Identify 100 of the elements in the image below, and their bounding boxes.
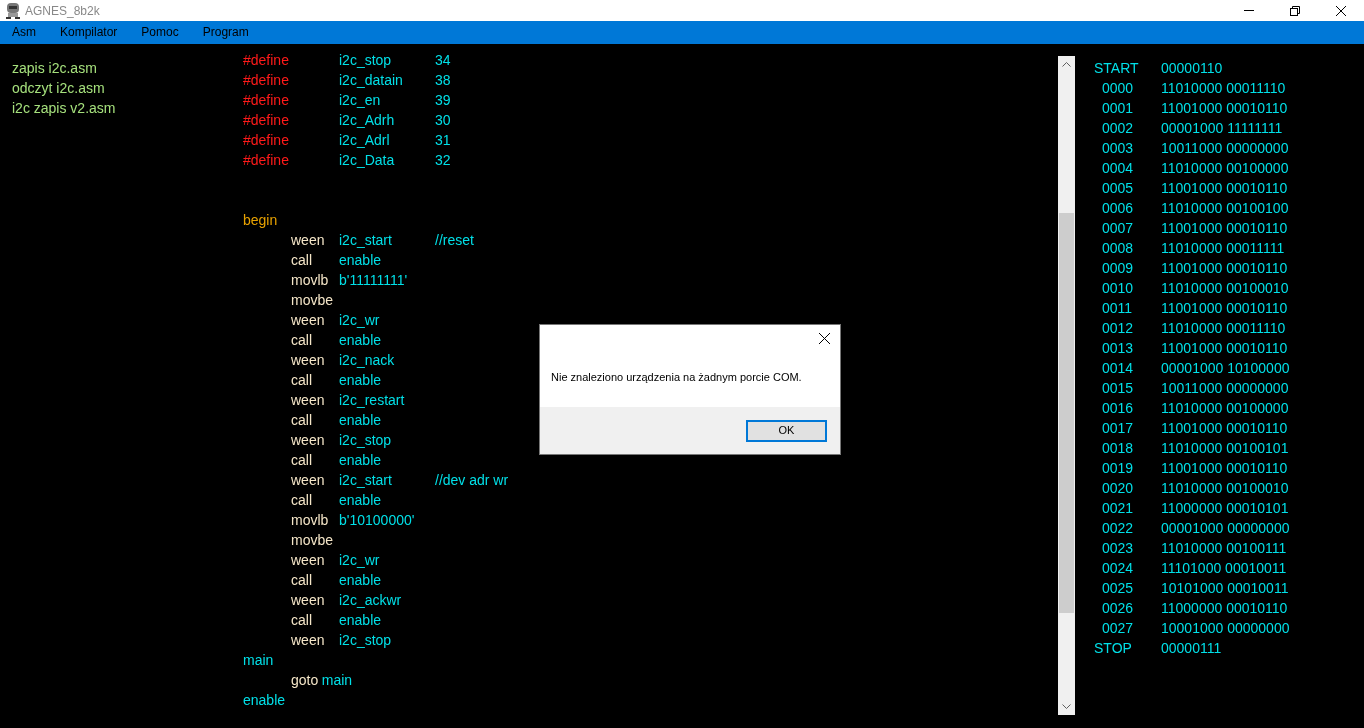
address-text: 0025 xyxy=(1101,579,1135,598)
address-text: 0021 xyxy=(1101,499,1135,518)
value-text: 11010000 00100010 xyxy=(1161,279,1289,298)
value-text: 11001000 00010110 xyxy=(1161,299,1288,318)
code-token: #define xyxy=(243,111,290,130)
value-text: 10001000 00000000 xyxy=(1161,619,1290,638)
code-token: ween xyxy=(291,471,326,490)
address-text: 0015 xyxy=(1101,379,1135,398)
file-item[interactable]: odczyt i2c.asm xyxy=(12,78,243,98)
value-text: 11010000 00100101 xyxy=(1161,439,1289,458)
code-token: 39 xyxy=(435,91,451,110)
menu-item[interactable]: Program xyxy=(190,21,261,44)
code-token: #define xyxy=(243,71,290,90)
code-token: ween xyxy=(291,391,326,410)
value-text: 11001000 00010110 xyxy=(1161,459,1288,478)
code-token: call xyxy=(291,371,313,390)
menu-item[interactable]: Pomoc xyxy=(129,21,191,44)
menu-item[interactable]: Kompilator xyxy=(48,21,130,44)
address-text: 0009 xyxy=(1101,259,1135,278)
value-text: 11001000 00010110 xyxy=(1161,419,1288,438)
address-text: 0004 xyxy=(1101,159,1135,178)
code-token: 38 xyxy=(435,71,451,90)
code-token: call xyxy=(291,571,313,590)
scrollbar-thumb[interactable] xyxy=(1059,213,1074,613)
code-token: enable xyxy=(339,491,383,510)
scrollbar[interactable] xyxy=(1058,56,1075,715)
code-token: i2c_restart xyxy=(339,391,406,410)
dialog-message: Nie znaleziono urządzenia na żadnym porcie COM. xyxy=(551,370,802,386)
code-token: b'11111111' xyxy=(339,271,409,290)
code-token: i2c_wr xyxy=(339,311,381,330)
code-token: i2c_datain xyxy=(339,71,404,90)
address-text: START xyxy=(1094,59,1140,78)
code-token: 31 xyxy=(435,131,451,150)
value-text: 11000000 00010110 xyxy=(1161,599,1288,618)
address-text: 0001 xyxy=(1101,99,1135,118)
code-token: enable xyxy=(339,331,383,350)
file-item[interactable]: i2c zapis v2.asm xyxy=(12,98,243,118)
address-text: STOP xyxy=(1094,639,1133,658)
ok-button[interactable]: OK xyxy=(746,419,827,442)
code-token: 34 xyxy=(435,51,451,70)
code-token: i2c_stop xyxy=(339,431,393,450)
minimize-icon xyxy=(1244,10,1254,11)
code-token: b'10100000' xyxy=(339,511,416,530)
code-token: ween xyxy=(291,351,326,370)
code-token: i2c_Data xyxy=(339,151,396,170)
address-text: 0012 xyxy=(1101,319,1135,338)
address-text: 0024 xyxy=(1101,559,1135,578)
code-token: ween xyxy=(291,591,326,610)
scroll-down-icon xyxy=(1062,704,1071,709)
value-text: 10101000 00010011 xyxy=(1161,579,1289,598)
value-text: 00001000 10100000 xyxy=(1161,359,1290,378)
code-token: enable xyxy=(339,571,383,590)
address-text: 0006 xyxy=(1101,199,1135,218)
address-text: 0020 xyxy=(1101,479,1135,498)
address-text: 0010 xyxy=(1101,279,1135,298)
code-token: i2c_nack xyxy=(339,351,396,370)
address-text: 0027 xyxy=(1101,619,1135,638)
address-text: 0014 xyxy=(1101,359,1135,378)
code-token: call xyxy=(291,611,313,630)
code-token: movbe xyxy=(291,291,335,310)
code-token: call xyxy=(291,331,313,350)
code-token: call xyxy=(291,451,313,470)
address-text: 0022 xyxy=(1101,519,1135,538)
window-title: AGNES_8b2k xyxy=(25,2,100,20)
value-text: 11010000 00011111 xyxy=(1161,239,1285,258)
code-token: #define xyxy=(243,131,290,150)
value-text: 11010000 00100100 xyxy=(1161,199,1289,218)
menu-item[interactable]: Asm xyxy=(0,21,48,44)
value-text: 11001000 00010110 xyxy=(1161,179,1288,198)
code-token: i2c_Adrl xyxy=(339,131,391,150)
close-icon[interactable] xyxy=(819,333,830,344)
value-text: 10011000 00000000 xyxy=(1161,379,1289,398)
code-token: i2c_stop xyxy=(339,631,393,650)
value-text: 11010000 00011110 xyxy=(1161,319,1286,338)
address-text: 0000 xyxy=(1101,79,1135,98)
value-text: 11001000 00010110 xyxy=(1161,99,1288,118)
scroll-up-icon xyxy=(1062,62,1071,67)
value-text: 00000111 xyxy=(1161,639,1222,658)
address-text: 0007 xyxy=(1101,219,1135,238)
value-text: 00000110 xyxy=(1161,59,1223,78)
address-text: 0017 xyxy=(1101,419,1135,438)
code-label: main xyxy=(243,651,274,670)
code-token: call xyxy=(291,491,313,510)
address-text: 0023 xyxy=(1101,539,1135,558)
value-text: 10011000 00000000 xyxy=(1161,139,1289,158)
value-text: 11101000 00010011 xyxy=(1161,559,1287,578)
address-text: 0016 xyxy=(1101,399,1135,418)
address-text: 0019 xyxy=(1101,459,1135,478)
file-item[interactable]: zapis i2c.asm xyxy=(12,58,243,78)
value-text: 11001000 00010110 xyxy=(1161,219,1288,238)
restore-icon xyxy=(1290,5,1300,16)
code-token: i2c_start xyxy=(339,231,393,250)
address-text: 0002 xyxy=(1101,119,1135,138)
code-label: enable xyxy=(243,691,286,710)
close-icon xyxy=(1336,5,1346,16)
code-comment: //dev adr wr xyxy=(435,471,509,490)
code-token: enable xyxy=(339,611,383,630)
code-token: call xyxy=(291,411,313,430)
code-token: ween xyxy=(291,431,326,450)
address-text: 0026 xyxy=(1101,599,1135,618)
